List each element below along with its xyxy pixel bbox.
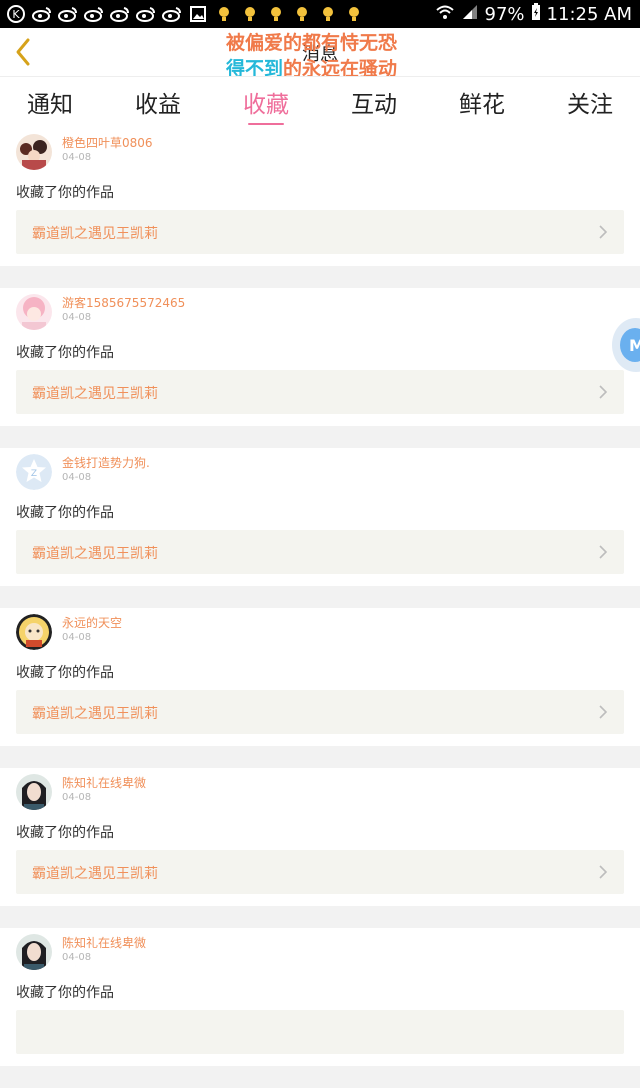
username[interactable]: 橙色四叶草0806	[62, 134, 153, 151]
tab-favorites[interactable]: 收藏	[216, 85, 316, 119]
chevron-right-icon	[599, 545, 608, 559]
bulb-icon	[318, 4, 338, 24]
list-item: 陈知礼在线卑微 04-08 收藏了你的作品 霸道凯之遇见王凯莉	[0, 768, 640, 906]
weibo-icon	[110, 4, 130, 24]
category-tabs: 通知 收益 收藏 互动 鲜花 关注	[0, 76, 640, 128]
chevron-right-icon	[599, 865, 608, 879]
username[interactable]: 永远的天空	[62, 614, 122, 631]
timestamp: 04-08	[62, 632, 92, 643]
work-link[interactable]	[16, 1010, 624, 1054]
avatar[interactable]	[16, 774, 52, 810]
tab-interactions[interactable]: 互动	[324, 85, 424, 119]
list-item: 陈知礼在线卑微 04-08 收藏了你的作品	[0, 928, 640, 1066]
lyrics-line-1: 被偏爱的都有恃无恐	[226, 32, 398, 54]
bulb-icon	[344, 4, 364, 24]
work-link[interactable]: 霸道凯之遇见王凯莉	[16, 690, 624, 734]
float-button-letter: M	[620, 328, 640, 362]
wifi-icon	[435, 3, 455, 26]
tab-notice[interactable]: 通知	[0, 85, 100, 119]
timestamp: 04-08	[62, 792, 92, 803]
image-icon	[188, 4, 208, 24]
system-status: 97% 11:25 AM	[435, 0, 632, 28]
work-title: 霸道凯之遇见王凯莉	[32, 226, 158, 242]
svg-text:Z: Z	[31, 469, 37, 479]
k-circle-icon: K	[6, 4, 26, 24]
work-title: 霸道凯之遇见王凯莉	[32, 706, 158, 722]
weibo-icon	[162, 4, 182, 24]
battery-percent: 97%	[484, 3, 525, 25]
work-title: 霸道凯之遇见王凯莉	[32, 546, 158, 562]
work-link[interactable]: 霸道凯之遇见王凯莉	[16, 850, 624, 894]
status-bar: K 97% 11:25 AM	[0, 0, 640, 28]
chevron-right-icon	[599, 225, 608, 239]
chevron-right-icon	[599, 385, 608, 399]
timestamp: 04-08	[62, 312, 92, 323]
bulb-icon	[214, 4, 234, 24]
list-item: Z 金钱打造势力狗. 04-08 收藏了你的作品 霸道凯之遇见王凯莉	[0, 448, 640, 586]
tab-flowers[interactable]: 鲜花	[432, 85, 532, 119]
list-item: 游客1585675572465 04-08 收藏了你的作品 霸道凯之遇见王凯莉	[0, 288, 640, 426]
timestamp: 04-08	[62, 952, 92, 963]
weibo-icon	[136, 4, 156, 24]
floating-lyrics: 被偏爱的都有恃无恐 得不到的永远在骚动	[226, 30, 397, 82]
signal-icon	[461, 3, 479, 26]
weibo-icon	[32, 4, 52, 24]
avatar[interactable]: Z	[16, 454, 52, 490]
work-title: 霸道凯之遇见王凯莉	[32, 386, 158, 402]
work-title: 霸道凯之遇见王凯莉	[32, 866, 158, 882]
action-text: 收藏了你的作品	[16, 505, 114, 521]
work-link[interactable]: 霸道凯之遇见王凯莉	[16, 210, 624, 254]
username[interactable]: 游客1585675572465	[62, 294, 185, 311]
notification-icons: K	[0, 4, 364, 24]
clock: 11:25 AM	[546, 3, 632, 25]
action-text: 收藏了你的作品	[16, 665, 114, 681]
avatar[interactable]	[16, 134, 52, 170]
action-text: 收藏了你的作品	[16, 185, 114, 201]
avatar[interactable]	[16, 934, 52, 970]
action-text: 收藏了你的作品	[16, 345, 114, 361]
bulb-icon	[240, 4, 260, 24]
notification-list: 橙色四叶草0806 04-08 收藏了你的作品 霸道凯之遇见王凯莉 游客1585…	[0, 128, 640, 1088]
tab-follow[interactable]: 关注	[540, 85, 640, 119]
chevron-right-icon	[599, 705, 608, 719]
work-link[interactable]: 霸道凯之遇见王凯莉	[16, 370, 624, 414]
weibo-icon	[58, 4, 78, 24]
list-item: 橙色四叶草0806 04-08 收藏了你的作品 霸道凯之遇见王凯莉	[0, 128, 640, 266]
weibo-icon	[84, 4, 104, 24]
timestamp: 04-08	[62, 152, 92, 163]
svg-text:K: K	[12, 8, 20, 21]
bulb-icon	[292, 4, 312, 24]
username[interactable]: 陈知礼在线卑微	[62, 774, 146, 791]
tab-earnings[interactable]: 收益	[108, 85, 208, 119]
timestamp: 04-08	[62, 472, 92, 483]
action-text: 收藏了你的作品	[16, 825, 114, 841]
work-link[interactable]: 霸道凯之遇见王凯莉	[16, 530, 624, 574]
username[interactable]: 陈知礼在线卑微	[62, 934, 146, 951]
active-tab-indicator	[248, 123, 284, 125]
bulb-icon	[266, 4, 286, 24]
battery-icon	[531, 2, 541, 26]
action-text: 收藏了你的作品	[16, 985, 114, 1001]
avatar[interactable]	[16, 294, 52, 330]
avatar[interactable]	[16, 614, 52, 650]
list-item: 永远的天空 04-08 收藏了你的作品 霸道凯之遇见王凯莉	[0, 608, 640, 746]
username[interactable]: 金钱打造势力狗.	[62, 454, 150, 471]
